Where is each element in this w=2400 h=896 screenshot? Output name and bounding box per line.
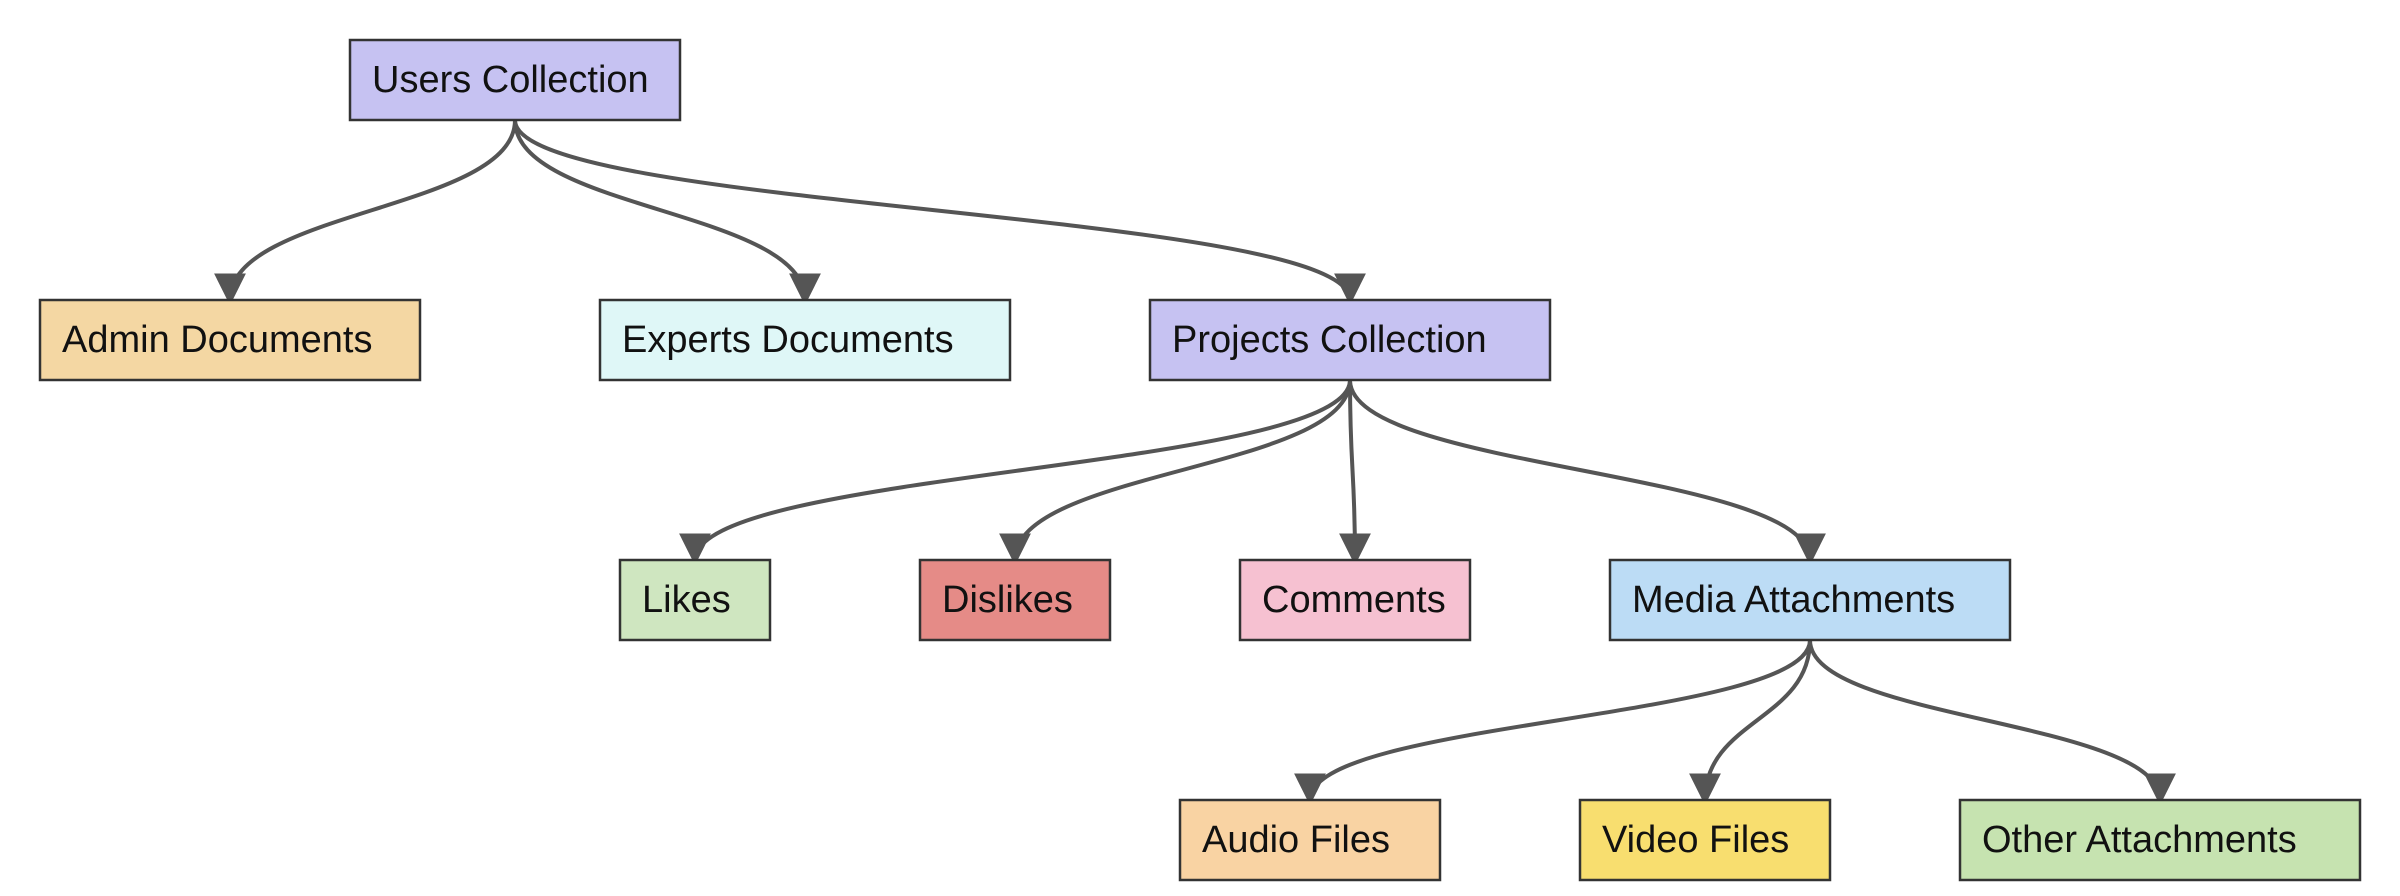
node-likes: Likes (620, 560, 770, 640)
edge-media-audio (1310, 640, 1810, 800)
node-dislikes: Dislikes (920, 560, 1110, 640)
edge-projects-likes (695, 380, 1350, 560)
node-comments: Comments (1240, 560, 1470, 640)
node-admin: Admin Documents (40, 300, 420, 380)
node-video-label: Video Files (1602, 819, 1789, 861)
edge-media-other (1810, 640, 2160, 800)
node-audio: Audio Files (1180, 800, 1440, 880)
edge-users-experts (515, 120, 805, 300)
node-other-label: Other Attachments (1982, 819, 2297, 861)
edge-users-projects (515, 120, 1350, 300)
node-dislikes-label: Dislikes (942, 579, 1073, 621)
diagram-canvas: Users Collection Admin Documents Experts D… (0, 0, 2400, 896)
node-projects-label: Projects Collection (1172, 319, 1487, 361)
node-experts-label: Experts Documents (622, 319, 954, 361)
edge-projects-dislikes (1015, 380, 1350, 560)
node-audio-label: Audio Files (1202, 819, 1390, 861)
edge-users-admin (230, 120, 515, 300)
node-admin-label: Admin Documents (62, 319, 372, 361)
node-media-label: Media Attachments (1632, 579, 1955, 621)
node-video: Video Files (1580, 800, 1830, 880)
node-projects: Projects Collection (1150, 300, 1550, 380)
node-users-label: Users Collection (372, 59, 649, 101)
node-users: Users Collection (350, 40, 680, 120)
edge-projects-comments (1350, 380, 1355, 560)
node-media: Media Attachments (1610, 560, 2010, 640)
node-experts: Experts Documents (600, 300, 1010, 380)
node-other: Other Attachments (1960, 800, 2360, 880)
node-likes-label: Likes (642, 579, 731, 621)
node-comments-label: Comments (1262, 579, 1446, 621)
edge-projects-media (1350, 380, 1810, 560)
